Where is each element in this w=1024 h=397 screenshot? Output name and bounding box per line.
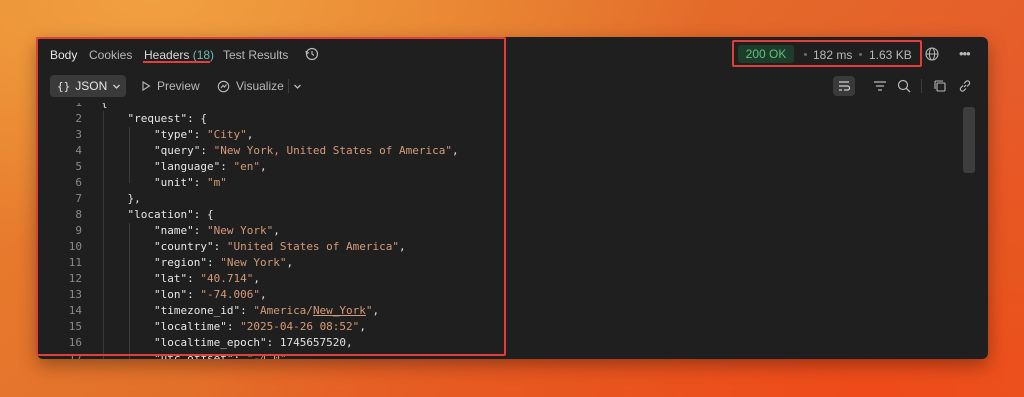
visualize-icon: [217, 80, 230, 92]
code-text: {: [101, 103, 108, 111]
code-line: 2 "request": {: [37, 111, 967, 127]
code-line: 15 "localtime": "2025-04-26 08:52",: [37, 319, 967, 335]
chevron-down-icon: [113, 84, 121, 89]
line-number: 14: [68, 304, 82, 317]
code-line: 16 "localtime_epoch": 1745657520,: [37, 335, 967, 351]
response-body[interactable]: 1{2 "request": {3 "type": "City",4 "quer…: [37, 103, 967, 359]
visualize-label: Visualize: [236, 79, 284, 93]
history-icon[interactable]: [305, 47, 319, 61]
code-line: 10 "country": "United States of America"…: [37, 239, 967, 255]
code-text: "unit": "m": [153, 176, 227, 189]
separator-dot: [859, 53, 862, 56]
headers-count: (18): [192, 48, 215, 62]
globe-icon[interactable]: [925, 47, 939, 61]
format-value: JSON: [75, 79, 108, 93]
line-number: 2: [75, 112, 82, 125]
indent-guide: [103, 111, 104, 359]
code-line: 4 "query": "New York, United States of A…: [37, 143, 967, 159]
tab-test-results[interactable]: Test Results: [223, 48, 288, 62]
visualize-button[interactable]: Visualize: [217, 79, 284, 93]
line-number: 10: [68, 240, 82, 253]
wrap-icon: [839, 81, 851, 91]
code-text: "localtime_epoch": 1745657520,: [153, 336, 353, 349]
play-icon: [142, 81, 151, 91]
response-panel: Body Cookies Headers (18) Test Results 2…: [37, 37, 988, 359]
link-icon[interactable]: [958, 79, 972, 93]
line-number: 11: [68, 256, 82, 269]
code-text: "language": "en",: [153, 160, 267, 173]
chevron-down-icon[interactable]: [293, 82, 302, 91]
wrap-lines-button[interactable]: [833, 76, 855, 96]
code-text: "lon": "-74.006",: [153, 288, 267, 301]
tab-body[interactable]: Body: [50, 48, 77, 62]
code-line: 11 "region": "New York",: [37, 255, 967, 271]
code-text: "query": "New York, United States of Ame…: [153, 144, 459, 157]
code-text: "type": "City",: [153, 128, 254, 141]
separator-dot: [804, 53, 807, 56]
toolbar-divider: [921, 79, 922, 93]
code-line: 8 "location": {: [37, 207, 967, 223]
code-text: "timezone_id": "America/New_York",: [153, 304, 380, 317]
code-text: "localtime": "2025-04-26 08:52",: [153, 320, 366, 333]
line-number: 1: [37, 103, 82, 111]
copy-icon[interactable]: [933, 79, 947, 93]
response-size[interactable]: 1.63 KB: [869, 48, 912, 62]
preview-button[interactable]: Preview: [141, 79, 200, 93]
line-number: 16: [68, 336, 82, 349]
line-number: 5: [75, 160, 82, 173]
code-text: "location": {: [127, 208, 214, 221]
line-number: 7: [75, 192, 82, 205]
line-number: 9: [75, 224, 82, 237]
line-number: 12: [68, 272, 82, 285]
filter-icon[interactable]: [873, 79, 887, 93]
line-number: 13: [68, 288, 82, 301]
code-line: 7 },: [37, 191, 967, 207]
tab-headers-label: Headers: [144, 48, 190, 62]
code-line: 6 "unit": "m": [37, 175, 967, 191]
response-time[interactable]: 182 ms: [813, 48, 852, 62]
code-line: 17 "utc_offset": "-4.0": [37, 351, 967, 359]
code-text: "lat": "40.714",: [153, 272, 260, 285]
active-tab-indicator: [143, 61, 210, 63]
code-text: },: [101, 192, 141, 205]
code-line: 9 "name": "New York",: [37, 223, 967, 239]
code-text: "country": "United States of America",: [153, 240, 406, 253]
braces-icon: {}: [57, 79, 71, 93]
preview-label: Preview: [157, 79, 200, 93]
code-line: 1{: [37, 103, 967, 111]
toolbar-divider: [288, 79, 289, 93]
tab-headers[interactable]: Headers (18): [144, 48, 214, 62]
search-icon[interactable]: [897, 79, 911, 93]
code-text: "name": "New York",: [153, 224, 280, 237]
line-number: 8: [75, 208, 82, 221]
code-line: 12 "lat": "40.714",: [37, 271, 967, 287]
format-select[interactable]: {} JSON: [50, 75, 126, 97]
code-line: 14 "timezone_id": "America/New_York",: [37, 303, 967, 319]
more-icon[interactable]: •••: [959, 46, 971, 61]
code-line: 5 "language": "en",: [37, 159, 967, 175]
tab-cookies[interactable]: Cookies: [89, 48, 132, 62]
line-number: 4: [75, 144, 82, 157]
line-number: 17: [68, 352, 82, 359]
code-text: "request": {: [127, 112, 207, 125]
line-number: 15: [68, 320, 82, 333]
code-line: 13 "lon": "-74.006",: [37, 287, 967, 303]
code-line: 3 "type": "City",: [37, 127, 967, 143]
indent-guide: [129, 223, 130, 359]
scrollbar[interactable]: [963, 107, 975, 173]
line-number: 6: [75, 176, 82, 189]
line-number: 3: [75, 128, 82, 141]
indent-guide: [129, 127, 130, 183]
status-badge: 200 OK: [738, 45, 794, 63]
